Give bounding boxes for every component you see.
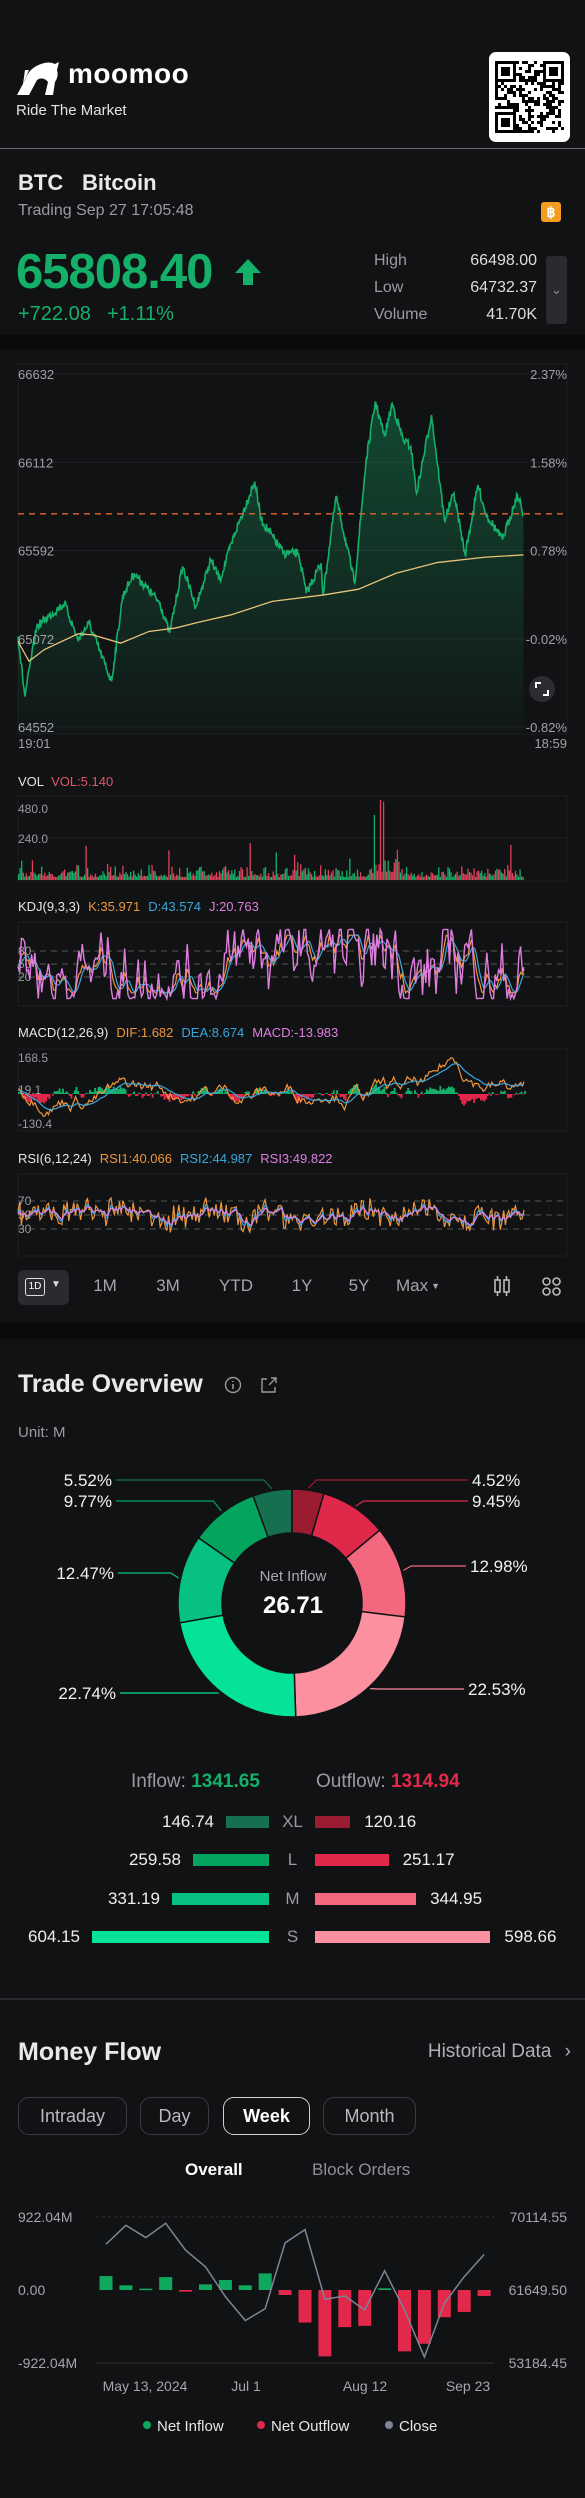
- legend-close: Close: [385, 2418, 437, 2435]
- x-tick-label: Aug 12: [343, 2378, 388, 2394]
- legend-dot-icon: [385, 2421, 393, 2429]
- net-inflow-bar: [159, 2277, 173, 2290]
- y-left-tick-label: -922.04M: [18, 2355, 77, 2371]
- net-inflow-bar: [199, 2284, 212, 2290]
- net-inflow-bar: [258, 2273, 272, 2290]
- net-outflow-bar: [358, 2290, 372, 2326]
- legend-dot-icon: [143, 2421, 151, 2429]
- net-outflow-bar: [417, 2290, 431, 2344]
- net-outflow-bar: [457, 2290, 471, 2312]
- legend-dot-icon: [257, 2421, 265, 2429]
- legend-label: Net Outflow: [271, 2418, 350, 2435]
- net-inflow-bar: [139, 2288, 153, 2291]
- net-outflow-bar: [477, 2290, 491, 2296]
- legend-net-outflow: Net Outflow: [257, 2418, 349, 2435]
- legend-net-inflow: Net Inflow: [143, 2418, 224, 2435]
- net-outflow-bar: [278, 2290, 292, 2295]
- legend-label: Close: [399, 2418, 438, 2435]
- x-tick-label: May 13, 2024: [103, 2378, 188, 2394]
- x-tick-label: Jul 1: [231, 2378, 261, 2394]
- legend-label: Net Inflow: [157, 2418, 224, 2435]
- y-left-tick-label: 0.00: [18, 2282, 45, 2298]
- y-left-tick-label: 922.04M: [18, 2209, 72, 2225]
- net-inflow-bar: [119, 2285, 133, 2290]
- net-inflow-bar: [238, 2285, 252, 2290]
- y-right-tick-label: 70114.55: [510, 2209, 568, 2225]
- x-tick-label: Sep 23: [446, 2378, 491, 2394]
- net-outflow-bar: [179, 2290, 193, 2292]
- net-inflow-bar: [99, 2276, 113, 2290]
- y-right-tick-label: 53184.45: [509, 2355, 568, 2371]
- net-inflow-bar: [378, 2288, 392, 2290]
- y-right-tick-label: 61649.50: [509, 2282, 568, 2298]
- net-outflow-bar: [298, 2290, 312, 2323]
- money-flow-chart: 922.04M 70114.55 0.00 61649.50 -922.04M 53184…: [18, 2209, 568, 2394]
